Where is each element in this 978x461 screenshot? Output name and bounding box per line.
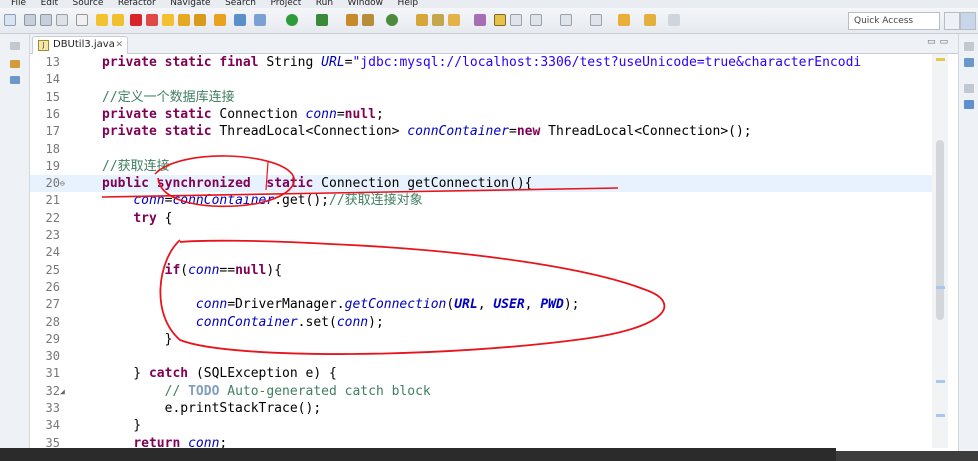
open-type-icon[interactable] [416, 14, 428, 26]
menu-project[interactable]: Project [270, 0, 301, 8]
save-all-icon[interactable] [40, 14, 52, 26]
step-return-icon[interactable] [194, 14, 206, 26]
toggle-mark-occurrences-icon[interactable] [494, 14, 506, 26]
restore-view-icon[interactable] [964, 84, 974, 93]
forward-arrow-icon[interactable] [668, 14, 680, 26]
annotation-overlay [101, 155, 666, 355]
screen-overlay-bar [0, 448, 836, 461]
editor-tab-dbutil3[interactable]: J DBUtil3.java ✕ [32, 36, 128, 54]
open-task-icon[interactable] [432, 14, 444, 26]
disconnect-icon[interactable] [146, 14, 158, 26]
menu-refactor[interactable]: Refactor [118, 0, 156, 8]
menu-navigate[interactable]: Navigate [170, 0, 210, 8]
package-explorer-icon[interactable] [10, 60, 20, 68]
outline-icon[interactable] [964, 58, 974, 67]
run-icon[interactable] [286, 14, 298, 26]
save-icon[interactable] [24, 14, 36, 26]
use-step-filters-icon[interactable] [234, 14, 246, 26]
menu-window[interactable]: Window [348, 0, 384, 8]
toggle-block-selection-icon[interactable] [510, 14, 522, 26]
close-icon[interactable]: ✕ [115, 37, 123, 53]
menu-bar: File Edit Source Refactor Navigate Searc… [0, 0, 978, 8]
java-file-icon: J [38, 40, 49, 51]
menu-edit[interactable]: Edit [41, 0, 58, 8]
hierarchy-icon[interactable] [10, 76, 20, 84]
editor-tab-bar: J DBUtil3.java ✕ ▭▭ [30, 34, 958, 54]
annotation-circle-if-block [159, 239, 666, 355]
skip-breakpoints-icon[interactable] [76, 14, 88, 26]
print-icon[interactable] [56, 14, 68, 26]
new-class-icon[interactable] [386, 14, 398, 26]
next-annotation-icon[interactable] [560, 14, 572, 26]
task-list-icon[interactable] [964, 100, 974, 109]
menu-search[interactable]: Search [225, 0, 256, 8]
annotation-cursor-mark [265, 161, 269, 191]
annotation-icon[interactable] [474, 14, 486, 26]
last-edit-location-icon[interactable] [618, 14, 630, 26]
overview-marker[interactable] [936, 58, 945, 61]
suspend-icon[interactable] [112, 14, 124, 26]
overview-marker[interactable] [936, 286, 945, 289]
new-java-project-icon[interactable] [346, 14, 358, 26]
menu-file[interactable]: File [11, 0, 26, 8]
menu-run[interactable]: Run [316, 0, 333, 8]
menu-help[interactable]: Help [398, 0, 419, 8]
resume-icon[interactable] [96, 14, 108, 26]
terminate-icon[interactable] [130, 14, 142, 26]
annotation-underline [101, 187, 619, 198]
editor-vertical-scrollbar[interactable] [932, 54, 948, 448]
left-trim-bar [0, 34, 30, 461]
drop-to-frame-icon[interactable] [214, 14, 226, 26]
scroll-thumb[interactable] [936, 140, 944, 320]
overview-marker[interactable] [936, 380, 945, 383]
previous-annotation-icon[interactable] [590, 14, 602, 26]
right-trim-bar [958, 34, 978, 461]
step-over-icon[interactable] [178, 14, 190, 26]
new-package-icon[interactable] [362, 14, 374, 26]
menu-source[interactable]: Source [73, 0, 104, 8]
restore-view-icon[interactable] [10, 42, 20, 50]
annotation-circle-synchronized [154, 155, 295, 208]
show-whitespace-icon[interactable] [530, 14, 542, 26]
debug-icon[interactable] [254, 14, 266, 26]
open-perspective-icon[interactable] [944, 12, 960, 30]
code-editor[interactable]: 13 private static final String URL="jdbc:… [30, 54, 948, 448]
quick-access-field[interactable]: Quick Access [848, 12, 940, 30]
restore-view-icon[interactable] [964, 42, 974, 51]
tab-window-controls: ▭▭ [927, 37, 952, 47]
back-arrow-icon[interactable] [644, 14, 656, 26]
overview-marker[interactable] [936, 414, 945, 417]
java-perspective-icon[interactable] [960, 12, 976, 30]
minimize-icon[interactable]: ▭ [927, 37, 940, 47]
step-into-icon[interactable] [162, 14, 174, 26]
external-tools-icon[interactable] [316, 14, 328, 26]
tab-filename: DBUtil3.java [53, 39, 115, 50]
new-file-icon[interactable] [4, 14, 16, 26]
search-icon[interactable] [448, 14, 460, 26]
main-toolbar: Quick Access [0, 8, 978, 34]
maximize-icon[interactable]: ▭ [939, 37, 952, 47]
